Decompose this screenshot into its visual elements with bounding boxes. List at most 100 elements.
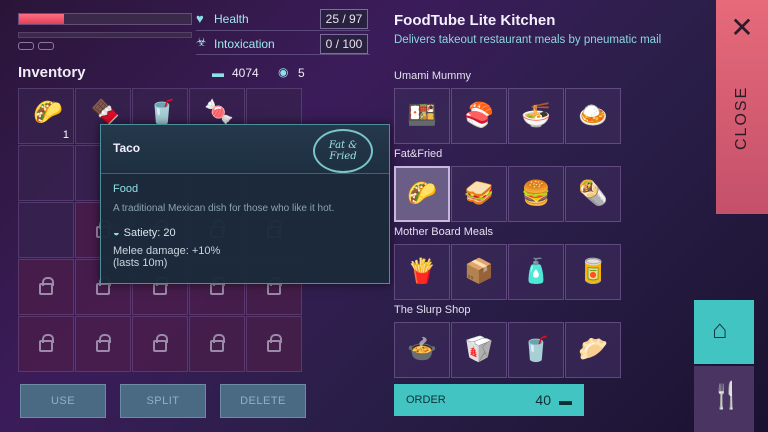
menu-item[interactable]: 🍟 xyxy=(394,244,450,300)
noodle-box-icon: 🥡 xyxy=(464,336,494,363)
menu-item-selected[interactable]: 🌮 xyxy=(394,166,450,222)
inventory-slot[interactable] xyxy=(18,145,74,201)
item-quantity: 1 xyxy=(62,129,69,141)
use-button[interactable]: USE xyxy=(20,384,106,418)
lock-icon xyxy=(210,277,225,295)
menu-item[interactable]: 🌯 xyxy=(565,166,621,222)
bowl-icon: ◒ xyxy=(113,227,120,239)
health-bar xyxy=(18,13,192,25)
melee-text: Melee damage: +10% xyxy=(113,245,221,257)
restaurant-name: The Slurp Shop xyxy=(394,304,471,316)
bowl-icon: 🍲 xyxy=(407,336,437,363)
menu-item[interactable]: 📦 xyxy=(451,244,507,300)
inventory-slot-locked xyxy=(132,316,188,372)
menu-item[interactable]: 🍲 xyxy=(394,322,450,378)
cereal-box-icon: 📦 xyxy=(464,258,494,285)
slot-indicator xyxy=(18,42,34,50)
order-label: ORDER xyxy=(406,394,446,406)
tooltip-item-type: Food xyxy=(113,183,139,195)
home-tab[interactable]: ⌂ xyxy=(694,300,754,364)
heart-icon: ♥ xyxy=(196,11,204,26)
token-icon: ◉ xyxy=(278,65,289,79)
intoxication-value: 0 / 100 xyxy=(320,34,368,54)
tooltip-satiety: ◒ Satiety: 20 xyxy=(113,227,176,239)
lock-icon xyxy=(96,334,111,352)
candy-bar-icon: 🍫 xyxy=(90,99,120,126)
biohazard-icon: ☣ xyxy=(196,35,207,49)
menu-item[interactable]: 🍣 xyxy=(451,88,507,144)
slot-indicator xyxy=(38,42,54,50)
menu-item[interactable]: 🥟 xyxy=(565,322,621,378)
chips-icon: 🍟 xyxy=(407,258,437,285)
close-icon[interactable]: ✕ xyxy=(726,12,758,44)
token-amount: 5 xyxy=(298,66,305,80)
melee-duration: (lasts 10m) xyxy=(113,257,168,269)
inventory-slot-locked xyxy=(18,316,74,372)
intoxication-bar xyxy=(18,32,192,38)
restaurant-section: The Slurp Shop 🍲 🥡 🥤 🥟 xyxy=(394,304,684,378)
menu-item[interactable]: 🍱 xyxy=(394,88,450,144)
inventory-slot[interactable]: 🌮 1 xyxy=(18,88,74,144)
order-button[interactable]: ORDER 40 ▬ xyxy=(394,384,584,416)
inventory-slot-locked xyxy=(189,316,245,372)
tofu-icon: 🍱 xyxy=(407,102,437,129)
money-icon: ▬ xyxy=(212,66,224,80)
menu-item[interactable]: 🥪 xyxy=(451,166,507,222)
menu-item[interactable]: 🍔 xyxy=(508,166,564,222)
menu-item[interactable]: 🥤 xyxy=(508,322,564,378)
inventory-slot[interactable] xyxy=(18,202,74,258)
menu-item[interactable]: 🍛 xyxy=(565,88,621,144)
menu-item[interactable]: 🥡 xyxy=(451,322,507,378)
satiety-text: Satiety: 20 xyxy=(123,227,176,239)
kitchen-title: FoodTube Lite Kitchen xyxy=(394,12,556,29)
intoxication-stat-row: ☣ Intoxication 0 / 100 xyxy=(196,32,370,55)
soda-can-icon: 🥤 xyxy=(147,99,177,126)
lock-icon xyxy=(210,334,225,352)
lock-icon xyxy=(267,277,282,295)
menu-item[interactable]: 🥫 xyxy=(565,244,621,300)
menu-item[interactable]: 🧴 xyxy=(508,244,564,300)
inventory-slot-locked xyxy=(18,259,74,315)
restaurant-name: Mother Board Meals xyxy=(394,226,494,238)
fork-knife-icon: 🍴 xyxy=(710,380,743,410)
lock-icon xyxy=(267,334,282,352)
restaurant-section: Fat&Fried 🌮 🥪 🍔 🌯 xyxy=(394,148,684,222)
lock-icon xyxy=(153,277,168,295)
cup-icon: 🥤 xyxy=(521,336,551,363)
sandwich-icon: 🥪 xyxy=(464,180,494,207)
tooltip-melee: Melee damage: +10% (lasts 10m) xyxy=(113,245,220,269)
pouch-icon: 🥫 xyxy=(578,258,608,285)
house-gear-icon: ⌂ xyxy=(712,314,728,344)
restaurant-name: Fat&Fried xyxy=(394,148,443,160)
snack-bar-icon: 🍬 xyxy=(204,99,234,126)
kitchen-tab[interactable]: 🍴 xyxy=(694,366,754,432)
burger-icon: 🍔 xyxy=(521,180,551,207)
bottle-icon: 🧴 xyxy=(521,258,551,285)
taco-icon: 🌮 xyxy=(33,99,63,126)
split-button[interactable]: SPLIT xyxy=(120,384,206,418)
fat-and-fried-logo: Fat & Fried xyxy=(313,129,373,173)
inventory-slot-locked xyxy=(246,316,302,372)
item-tooltip: Taco Fat & Fried Food A traditional Mexic… xyxy=(100,124,390,284)
tooltip-header: Taco Fat & Fried xyxy=(101,125,389,174)
inventory-title: Inventory xyxy=(18,64,86,81)
soup-icon: 🍜 xyxy=(521,102,551,129)
restaurant-name: Umami Mummy xyxy=(394,70,471,82)
restaurant-section: Mother Board Meals 🍟 📦 🧴 🥫 xyxy=(394,226,684,300)
money-icon: ▬ xyxy=(559,392,572,408)
health-label: Health xyxy=(214,12,249,26)
plate-icon: 🍛 xyxy=(578,102,608,129)
lock-icon xyxy=(96,277,111,295)
restaurant-section: Umami Mummy 🍱 🍣 🍜 🍛 xyxy=(394,70,684,144)
intoxication-label: Intoxication xyxy=(214,37,275,51)
health-stat-row: ♥ Health 25 / 97 xyxy=(196,8,370,31)
delete-button[interactable]: DELETE xyxy=(220,384,306,418)
dumpling-icon: 🥟 xyxy=(578,336,608,363)
close-label: CLOSE xyxy=(733,85,750,150)
menu-item[interactable]: 🍜 xyxy=(508,88,564,144)
wrap-icon: 🌯 xyxy=(578,180,608,207)
tooltip-item-name: Taco xyxy=(113,141,141,155)
lock-icon xyxy=(153,334,168,352)
money-amount: 4074 xyxy=(232,66,259,80)
sushi-icon: 🍣 xyxy=(464,102,494,129)
